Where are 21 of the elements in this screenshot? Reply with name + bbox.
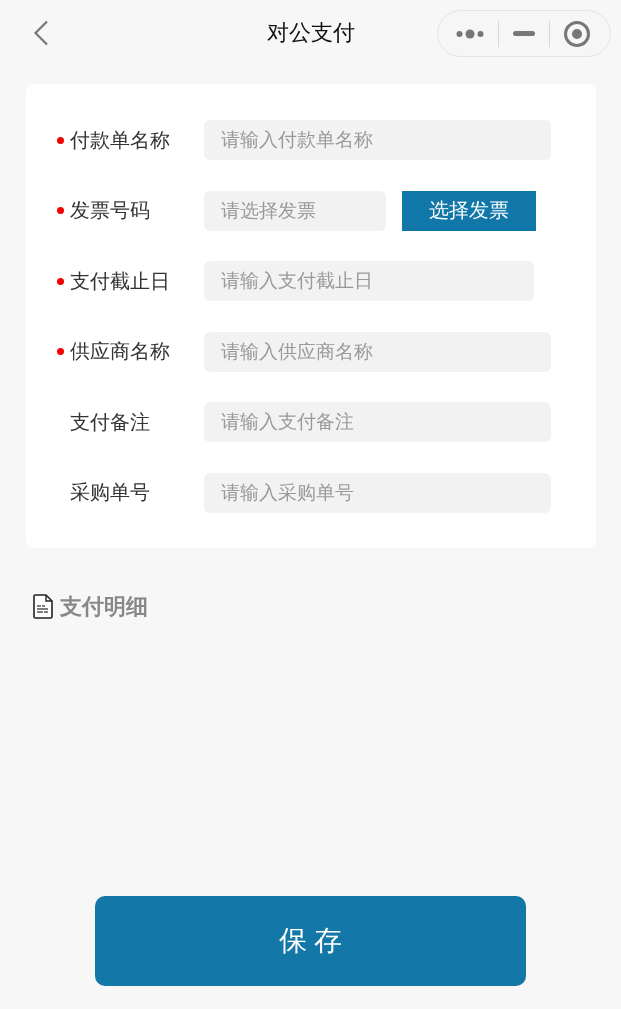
input-field[interactable]: 请选择发票: [204, 190, 386, 231]
input-field[interactable]: 请输入支付截止日: [204, 261, 534, 302]
more-icon[interactable]: [456, 28, 484, 39]
field-label: 支付截止日: [70, 268, 170, 294]
input-field[interactable]: 请输入支付备注: [204, 402, 551, 443]
field-label: 支付备注: [70, 409, 150, 435]
target-icon[interactable]: [564, 20, 590, 47]
input-field[interactable]: 请输入供应商名称: [204, 331, 551, 372]
select-invoice-button[interactable]: 选择发票: [402, 190, 536, 231]
page-title: 对公支付: [266, 19, 355, 47]
save-button[interactable]: 保 存: [95, 896, 526, 986]
section-title: 支付明细: [60, 592, 148, 621]
field-label: 付款单名称: [70, 127, 170, 153]
minus-icon[interactable]: [513, 31, 535, 36]
field-label: 采购单号: [70, 480, 150, 506]
input-field[interactable]: 请输入采购单号: [204, 472, 551, 513]
field-label: 发票号码: [70, 198, 150, 224]
input-field[interactable]: 请输入付款单名称: [204, 120, 551, 160]
field-label: 供应商名称: [70, 339, 170, 365]
back-icon[interactable]: [33, 20, 49, 46]
document-icon: [33, 594, 53, 620]
